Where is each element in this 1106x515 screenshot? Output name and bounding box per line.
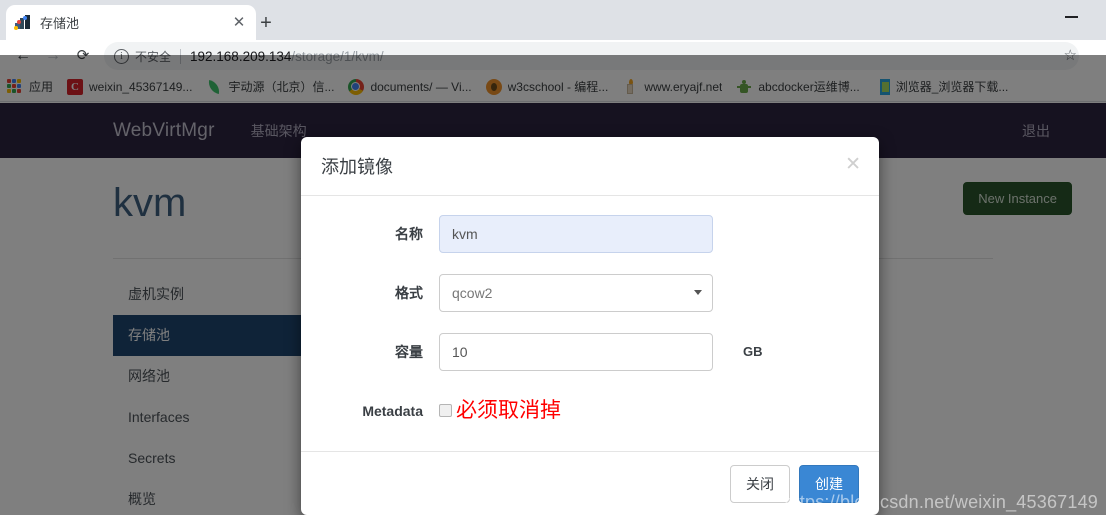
close-icon[interactable]: ✕ [230,14,248,32]
name-input[interactable]: kvm [439,214,713,253]
format-select[interactable]: qcow2 [439,273,713,312]
form-row-format: 格式 qcow2 [301,273,879,312]
form-row-capacity: 容量 10 GB [301,332,879,371]
modal-header: 添加镜像 ✕ [301,137,879,196]
metadata-label: Metadata [362,402,423,419]
close-button[interactable]: 关闭 [730,464,790,503]
form-row-name: 名称 kvm [301,214,879,253]
capacity-input[interactable]: 10 [439,332,713,371]
capacity-label: 容量 [395,343,423,360]
format-select-value: qcow2 [452,284,493,301]
browser-tab-title: 存储池 [40,16,80,31]
close-icon[interactable]: ✕ [845,153,861,176]
format-label: 格式 [395,284,423,301]
chart-favicon-icon [14,14,31,31]
chevron-down-icon [694,289,702,295]
add-image-modal: 添加镜像 ✕ 名称 kvm 格式 qcow2 容量 10 GB Metadata… [301,137,879,515]
capacity-unit-label: GB [743,344,763,359]
browser-tab-strip: 存储池 ✕ + [0,0,1106,40]
modal-body: 名称 kvm 格式 qcow2 容量 10 GB Metadata 必须取消掉 [301,196,879,451]
form-row-metadata: Metadata 必须取消掉 [301,391,879,430]
metadata-checkbox[interactable] [439,404,452,417]
annotation-text: 必须取消掉 [456,398,561,422]
window-minimize-button[interactable] [1050,0,1094,32]
watermark: https://blog.csdn.net/weixin_45367149 [784,492,1098,512]
modal-title: 添加镜像 [321,157,393,177]
name-label: 名称 [395,225,423,242]
new-tab-button[interactable]: + [252,10,280,38]
browser-tab[interactable]: 存储池 ✕ [6,5,256,40]
screenshot-root: 存储池 ✕ + ← → ⟳ i 不安全 192.168.209.134/stor… [0,0,1106,515]
metadata-control-group: 必须取消掉 [439,398,561,424]
